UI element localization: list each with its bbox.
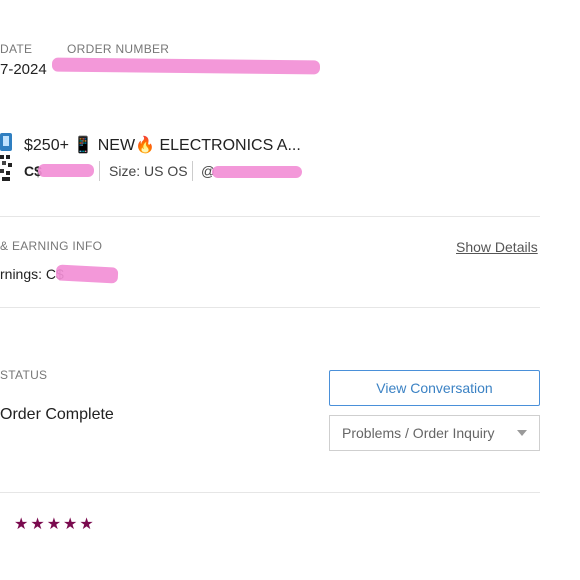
- divider-2: [0, 307, 540, 308]
- problems-order-inquiry-dropdown[interactable]: Problems / Order Inquiry: [329, 415, 540, 451]
- problems-order-inquiry-label: Problems / Order Inquiry: [342, 425, 495, 441]
- price-size-separator: [99, 161, 100, 181]
- show-details-link[interactable]: Show Details: [456, 239, 538, 255]
- earnings-section-label: & EARNING INFO: [0, 239, 103, 253]
- date-label: DATE: [0, 42, 33, 56]
- size-seller-separator: [192, 161, 193, 181]
- listing-size: Size: US OS: [109, 163, 188, 179]
- divider-3: [0, 492, 540, 493]
- view-conversation-button[interactable]: View Conversation: [329, 370, 540, 406]
- divider-1: [0, 216, 540, 217]
- order-date-value: 7-2024: [0, 61, 47, 78]
- status-section-label: STATUS: [0, 368, 48, 382]
- order-status-value: Order Complete: [0, 406, 114, 423]
- view-conversation-label: View Conversation: [376, 380, 493, 396]
- redaction-order-number: [51, 57, 321, 75]
- rating-stars-icon: ★★★★★: [14, 516, 96, 533]
- listing-thumbnail-icon[interactable]: [0, 133, 14, 183]
- redaction-seller: [212, 166, 302, 178]
- redaction-price: [38, 164, 94, 177]
- chevron-down-icon: [517, 430, 527, 436]
- earnings-value: rnings: C$: [0, 266, 64, 282]
- redaction-earnings: [55, 264, 119, 284]
- listing-title-link[interactable]: $250+ 📱 NEW🔥 ELECTRONICS A...: [24, 135, 301, 155]
- order-number-label: ORDER NUMBER: [67, 42, 170, 56]
